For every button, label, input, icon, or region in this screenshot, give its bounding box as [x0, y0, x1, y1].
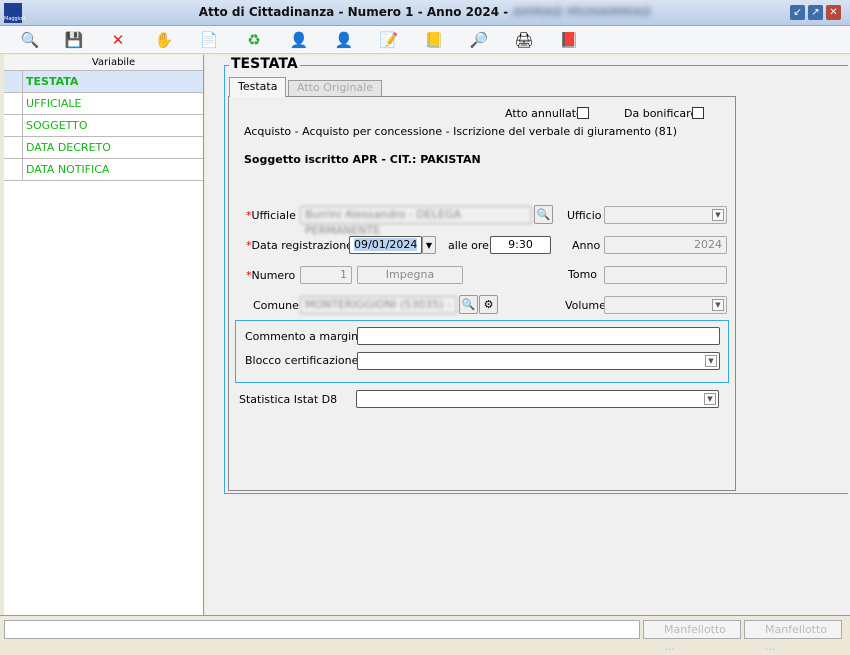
- tomo-field[interactable]: [604, 266, 727, 284]
- impegna-button[interactable]: Impegna: [357, 266, 463, 284]
- calendar-dropdown-button[interactable]: ▼: [422, 236, 436, 254]
- ufficiale-label: Ufficiale: [251, 209, 296, 222]
- tab-testata[interactable]: Testata: [229, 77, 287, 97]
- ufficiale-field[interactable]: Burrini Alessandro - DELEGA PERMANENTE: [300, 206, 532, 237]
- binder-icon[interactable]: 📕: [558, 29, 580, 51]
- da-bonificare-label: Da bonificare: [624, 107, 698, 120]
- atto-annullato-checkbox[interactable]: [577, 107, 589, 119]
- numero-field[interactable]: 1: [300, 266, 352, 284]
- search-doc-icon[interactable]: 🔍: [19, 29, 41, 51]
- anno-field[interactable]: 2024: [604, 236, 727, 254]
- ufficiale-search-icon[interactable]: 🔍: [534, 205, 553, 224]
- data-registrazione-label: Data registrazione: [251, 239, 353, 252]
- sidebar-item-soggetto[interactable]: SOGGETTO: [4, 115, 203, 137]
- da-bonificare-checkbox[interactable]: [692, 107, 704, 119]
- chevron-down-icon: ▼: [704, 393, 716, 405]
- main-area: TESTATA Testata Atto Originale Atto annu…: [205, 55, 850, 615]
- testata-panel: Atto annullato Da bonificare Acquisto - …: [228, 96, 736, 491]
- refresh-doc-icon[interactable]: ♻: [243, 29, 265, 51]
- comune-search-icon[interactable]: 🔍: [459, 295, 478, 314]
- data-registrazione-input[interactable]: 09/01/2024: [349, 236, 422, 254]
- add-user-icon[interactable]: 👤: [288, 29, 310, 51]
- toolbar: 🔍 💾 ✕ ✋ 📄 ♻ 👤 👤 📝 📒 🔎 🖨 📕: [0, 26, 850, 54]
- document-icon[interactable]: 📄: [198, 29, 220, 51]
- ore-input[interactable]: 9:30: [490, 236, 551, 254]
- sidebar-item-testata[interactable]: TESTATA: [4, 71, 203, 93]
- status-user-1: Manfellotto ...: [643, 620, 741, 653]
- sidebar-item-data-notifica[interactable]: DATA NOTIFICA: [4, 159, 203, 181]
- print-icon[interactable]: 🖨: [513, 29, 535, 51]
- blocco-select[interactable]: ▼: [357, 352, 720, 370]
- comune-field[interactable]: MONTERIGGIONI (53035) - SI: [300, 296, 457, 314]
- chevron-down-icon: ▼: [705, 355, 717, 367]
- date-value: 09/01/2024: [354, 238, 418, 251]
- chevron-down-icon: ▼: [712, 299, 724, 311]
- remove-user-icon[interactable]: 👤: [333, 29, 355, 51]
- blocco-label: Blocco certificazione: [245, 354, 359, 367]
- commento-label: Commento a margine: [245, 330, 365, 343]
- maximize-button[interactable]: ↗: [808, 5, 823, 20]
- close-button[interactable]: ✕: [826, 5, 841, 20]
- search-user-icon[interactable]: 🔎: [468, 29, 490, 51]
- comune-label: Comune: [253, 299, 299, 312]
- status-user-2: Manfellotto ...: [744, 620, 842, 653]
- edit-icon[interactable]: 📝: [378, 29, 400, 51]
- list-header: Variabile: [4, 55, 203, 71]
- hand-icon[interactable]: ✋: [153, 29, 175, 51]
- variable-list: Variabile TESTATA UFFICIALE SOGGETTO DAT…: [4, 55, 204, 615]
- annotation-group: Commento a margine Blocco certificazione…: [235, 320, 729, 383]
- comune-lookup-icon[interactable]: ⚙: [479, 295, 498, 314]
- tab-atto-originale[interactable]: Atto Originale: [288, 80, 382, 96]
- numero-label: Numero: [251, 269, 296, 282]
- volume-select[interactable]: ▼: [604, 296, 727, 314]
- atto-annullato-label: Atto annullato: [505, 107, 583, 120]
- ufficio-select[interactable]: ▼: [604, 206, 727, 224]
- commento-input[interactable]: [357, 327, 720, 345]
- status-bar: Manfellotto ... Manfellotto ...: [0, 615, 850, 653]
- book-icon[interactable]: 📒: [423, 29, 445, 51]
- ufficio-label: Ufficio: [567, 209, 602, 222]
- istat-select[interactable]: ▼: [356, 390, 719, 408]
- atto-description: Acquisto - Acquisto per concessione - Is…: [244, 125, 677, 138]
- chevron-down-icon: ▼: [712, 209, 724, 221]
- window-title: Atto di Cittadinanza - Numero 1 - Anno 2…: [198, 5, 652, 19]
- istat-label: Statistica Istat D8: [239, 393, 338, 406]
- status-panel: [4, 620, 640, 639]
- delete-icon[interactable]: ✕: [107, 29, 129, 51]
- minimize-button[interactable]: ↙: [790, 5, 805, 20]
- sidebar-item-data-decreto[interactable]: DATA DECRETO: [4, 137, 203, 159]
- sidebar-item-ufficiale[interactable]: UFFICIALE: [4, 93, 203, 115]
- tomo-label: Tomo: [568, 268, 598, 281]
- volume-label: Volume: [565, 299, 606, 312]
- save-icon[interactable]: 💾: [63, 29, 85, 51]
- soggetto-info: Soggetto iscritto APR - CIT.: PAKISTAN: [244, 153, 481, 166]
- ore-label: alle ore: [448, 239, 489, 252]
- section-title: TESTATA: [229, 56, 300, 72]
- title-bar: Maggioli Atto di Cittadinanza - Numero 1…: [0, 0, 850, 26]
- anno-label: Anno: [572, 239, 601, 252]
